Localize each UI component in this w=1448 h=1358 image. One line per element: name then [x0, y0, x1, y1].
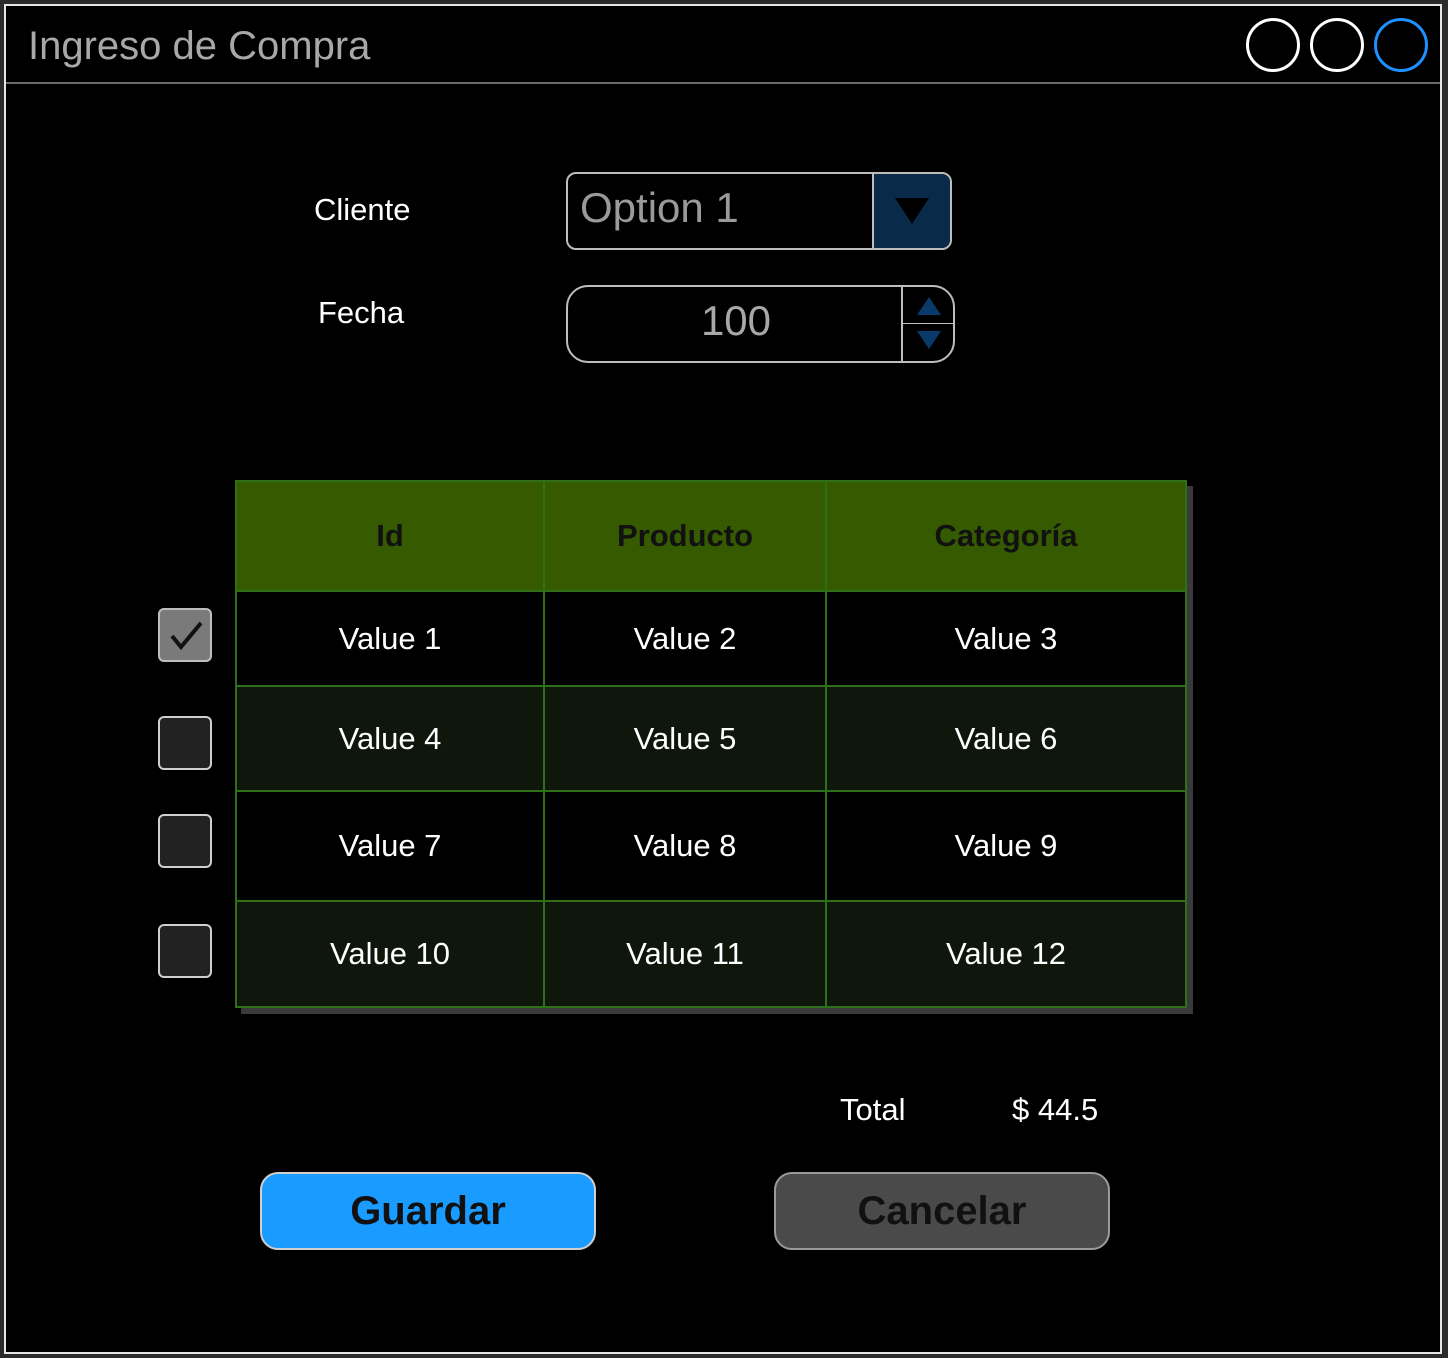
- fecha-label: Fecha: [318, 295, 405, 330]
- minimize-button[interactable]: [1246, 18, 1300, 72]
- fecha-value[interactable]: 100: [568, 297, 904, 345]
- cliente-dropdown-button[interactable]: [872, 174, 950, 248]
- cliente-select[interactable]: Option 1: [566, 172, 952, 250]
- table-cell: Value 1: [237, 592, 545, 685]
- cancel-button[interactable]: Cancelar: [774, 1172, 1110, 1250]
- table-row[interactable]: Value 10 Value 11 Value 12: [237, 902, 1185, 1006]
- chevron-down-icon: [895, 198, 929, 224]
- table-cell: Value 9: [954, 828, 1058, 863]
- table-cell: Value 8: [545, 792, 827, 900]
- arrow-down-icon: [917, 331, 941, 349]
- arrow-up-icon: [917, 297, 941, 315]
- increment-button[interactable]: [903, 287, 953, 324]
- column-header-categoria[interactable]: Categoría: [827, 482, 1185, 590]
- cliente-selected-value: Option 1: [580, 184, 739, 231]
- table-cell: Value 12: [945, 936, 1067, 971]
- stepper-buttons: [901, 287, 953, 361]
- table-cell: Value 6: [954, 720, 1058, 756]
- checkmark-icon: [170, 621, 203, 651]
- column-header-producto[interactable]: Producto: [545, 482, 827, 590]
- cliente-label: Cliente: [314, 192, 411, 227]
- row-2-checkbox[interactable]: [158, 716, 212, 770]
- row-4-checkbox[interactable]: [158, 924, 212, 978]
- table-cell: Value 11: [545, 902, 827, 1006]
- row-1-checkbox[interactable]: [158, 608, 212, 662]
- table-row[interactable]: Value 1 Value 2 Value 3: [237, 592, 1185, 687]
- close-button[interactable]: [1374, 18, 1428, 72]
- save-button[interactable]: Guardar: [260, 1172, 596, 1250]
- table-cell: Value 10: [237, 902, 545, 1006]
- table-cell: Value 5: [545, 687, 827, 790]
- total-label: Total: [840, 1092, 906, 1127]
- total-value: $ 44.5: [1012, 1092, 1099, 1127]
- products-table: Id Producto Categoría Value 1 Value 2 Va…: [235, 480, 1187, 1008]
- purchase-window: Ingreso de Compra Cliente Option 1 Fecha…: [4, 4, 1442, 1354]
- table-cell: Value 7: [237, 792, 545, 900]
- maximize-button[interactable]: [1310, 18, 1364, 72]
- decrement-button[interactable]: [903, 324, 953, 361]
- column-header-id[interactable]: Id: [237, 482, 545, 590]
- table-cell: Value 4: [237, 687, 545, 790]
- window-title: Ingreso de Compra: [28, 24, 371, 68]
- fecha-stepper[interactable]: 100: [566, 285, 955, 363]
- title-bar: Ingreso de Compra: [6, 6, 1440, 84]
- table-header-row: Id Producto Categoría: [237, 482, 1185, 592]
- table-row[interactable]: Value 7 Value 8 Value 9: [237, 792, 1185, 902]
- table-cell: Value 3: [954, 620, 1058, 656]
- table-cell: Value 2: [545, 592, 827, 685]
- table-row[interactable]: Value 4 Value 5 Value 6: [237, 687, 1185, 792]
- row-3-checkbox[interactable]: [158, 814, 212, 868]
